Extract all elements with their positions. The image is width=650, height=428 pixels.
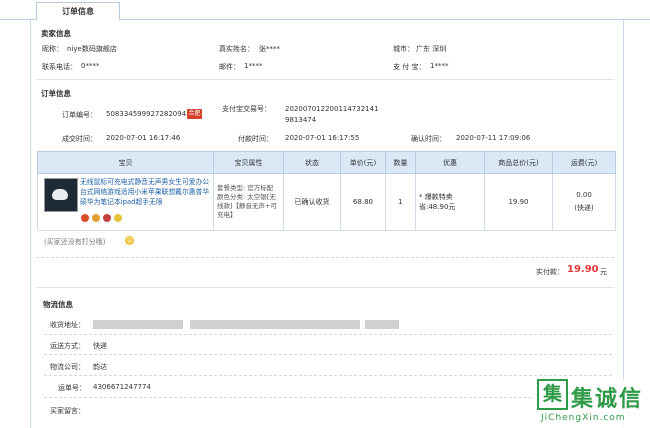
item-price: 68.80 [340, 173, 386, 231]
total-label: 实付款： [536, 268, 564, 276]
item-attrs: 套餐类型: 官方标配 颜色分类: 太空银[无线款]【静音无声+可充电】 [213, 173, 284, 231]
seller-section-title: 卖家信息 [41, 29, 71, 38]
order-section-title: 订单信息 [41, 89, 71, 98]
seller-realname: 张**** [259, 45, 280, 53]
seller-alipay: 1**** [430, 62, 449, 70]
trade-no-label: 支付宝交易号： [222, 105, 271, 113]
seller-city-label: 城市： [393, 45, 414, 53]
waybill-value: 4306671247774 [93, 383, 151, 391]
paid-time-label: 付款时间： [238, 135, 273, 143]
message-label: 买家留言： [50, 407, 85, 415]
confirm-time-label: 确认时间： [411, 135, 446, 143]
seller-nick: niye数码旗舰店 [67, 45, 117, 53]
tab-bar: 订单信息 [0, 0, 650, 21]
method-label: 运送方式： [50, 342, 85, 350]
address-blurred-3 [365, 320, 399, 329]
seller-email: 1**** [244, 62, 263, 70]
order-badge: 合肥 [187, 109, 202, 119]
seller-phone: 0**** [81, 62, 100, 70]
item-shipping-method: (快递) [574, 204, 594, 212]
logistics-section-title: 物流信息 [43, 300, 73, 309]
col-header-item: 宝贝 [37, 151, 214, 174]
seller-city: 广东 深圳 [416, 45, 447, 53]
address-label: 收货地址： [50, 321, 85, 329]
item-subtotal: 19.90 [484, 173, 553, 231]
company-label: 物流公司： [50, 363, 85, 371]
paid-time: 2020-07-01 16:17:55 [285, 134, 360, 142]
divider [44, 375, 612, 376]
col-header-price: 单价(元) [340, 151, 386, 174]
col-header-shipping: 运费(元) [552, 151, 616, 174]
return-icon[interactable] [103, 214, 111, 222]
goods-header-row: 宝贝 宝贝属性 状态 单价(元) 数量 优惠 商品总价(元) 运费(元) [37, 151, 616, 174]
item-qty: 1 [385, 173, 416, 231]
product-thumbnail[interactable] [44, 178, 78, 212]
service-icons [81, 214, 125, 224]
item-discount: * 爆款特卖省:48.90元 [415, 173, 485, 231]
col-header-subtotal: 商品总价(元) [484, 151, 553, 174]
divider [36, 257, 614, 258]
divider [36, 79, 614, 80]
smile-icon: ☺ [125, 236, 134, 245]
col-header-status: 状态 [283, 151, 341, 174]
mouse-image [52, 189, 68, 200]
rating-note: (买家还没有打分哦) [44, 238, 106, 246]
watermark-logo: 集 集诚信 JiChengXin.com [531, 379, 650, 428]
company-value: 韵达 [93, 363, 107, 371]
bulb-icon[interactable] [114, 214, 122, 222]
item-status: 已确认收货 [283, 173, 341, 231]
divider [44, 397, 612, 398]
address-blurred-1 [93, 320, 183, 329]
address-blurred-2 [190, 320, 360, 329]
col-header-attrs: 宝贝属性 [213, 151, 284, 174]
item-shipping: 0.00 [576, 191, 592, 199]
trade-no: 2020070122001147321419813474 [285, 105, 379, 124]
item-shipping-cell: 0.00 (快递) [552, 173, 616, 231]
divider [44, 334, 612, 335]
seller-phone-label: 联系电话： [42, 63, 77, 71]
created-time: 2020-07-01 16:17:46 [106, 134, 181, 142]
logo-mark-icon: 集 [537, 379, 568, 410]
total-value: 19.90 [567, 264, 599, 275]
method-value: 快递 [93, 342, 107, 350]
confirm-time: 2020-07-11 17:09:06 [456, 134, 531, 142]
seller-email-label: 邮件： [219, 63, 240, 71]
col-header-discount: 优惠 [415, 151, 485, 174]
divider [36, 287, 614, 288]
created-time-label: 成交时间： [62, 135, 97, 143]
logo-en-text: JiChengXin.com [541, 413, 626, 423]
guarantee-icon[interactable] [81, 214, 89, 222]
order-no: 508334599927282094 [106, 110, 187, 118]
col-header-qty: 数量 [385, 151, 416, 174]
total-unit: 元 [600, 268, 607, 276]
order-no-label: 订单编号： [62, 111, 97, 119]
product-title-link[interactable]: 无线鼠标可充电式静音无声男女生可爱办公台式网络游戏适用小米苹果联想戴尔惠普华硕华… [80, 177, 212, 207]
seller-nick-label: 昵称： [42, 45, 63, 53]
divider [44, 354, 612, 355]
waybill-label: 运单号： [58, 384, 86, 392]
logo-cn-text: 集诚信 [571, 387, 644, 412]
genuine-icon[interactable] [92, 214, 100, 222]
seller-alipay-label: 支 付 宝： [393, 63, 426, 71]
seller-realname-label: 真实姓名： [219, 45, 254, 53]
